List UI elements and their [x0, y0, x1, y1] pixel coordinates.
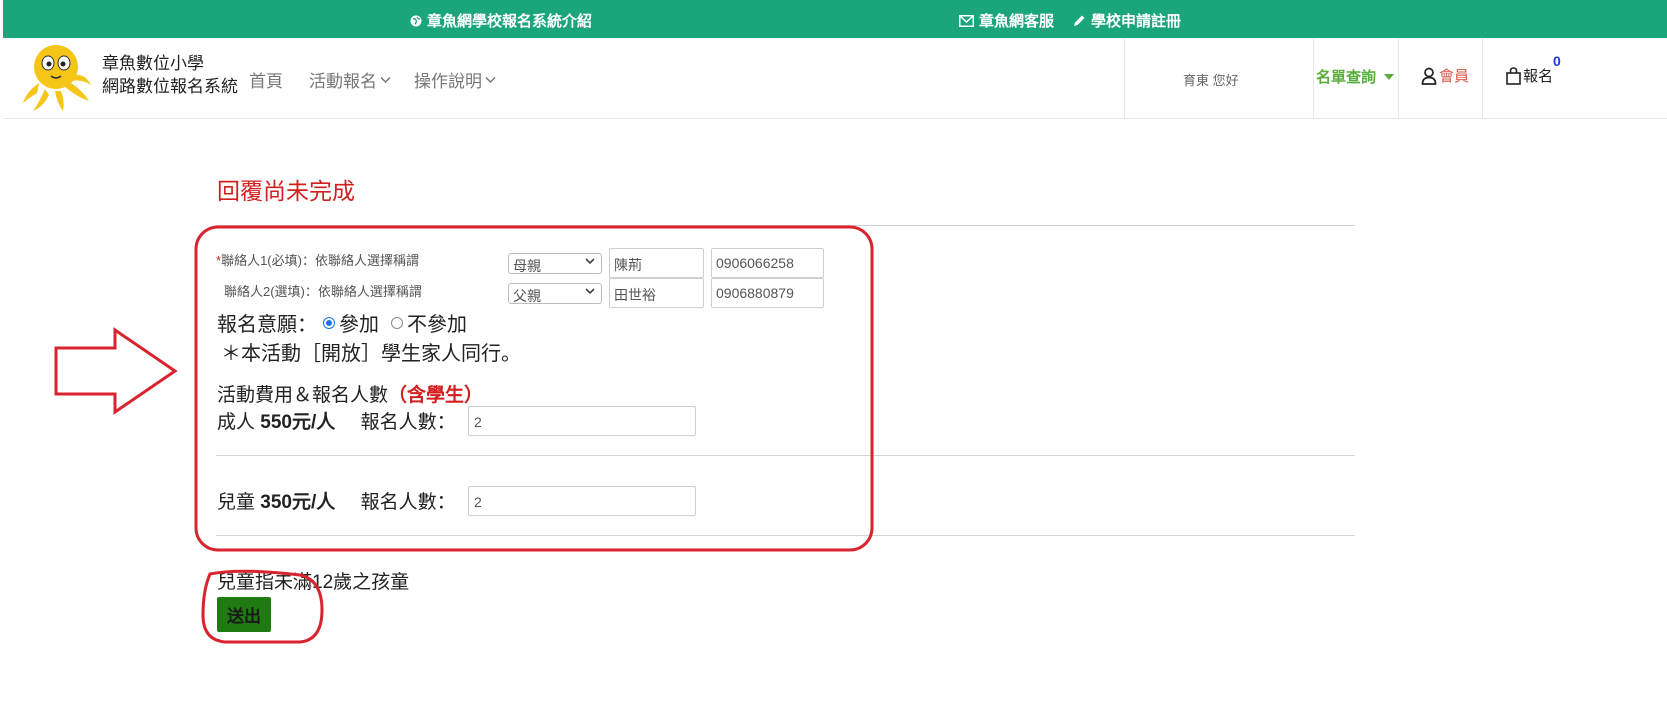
user-icon	[1421, 67, 1437, 85]
contact1-relation-select[interactable]: 母親	[508, 253, 602, 274]
fee-heading: 活動費用＆報名人數（含學生）	[217, 380, 483, 407]
nav-instructions-label: 操作說明	[414, 72, 482, 91]
pencil-icon	[1074, 15, 1085, 26]
header-divider	[1313, 38, 1314, 118]
contact2-relation-select[interactable]: 父親	[508, 283, 602, 304]
customer-service-link[interactable]: 章魚網客服	[959, 10, 1054, 31]
system-intro-link[interactable]: 章魚網學校報名系統介紹	[410, 10, 592, 31]
page-title: 回覆尚未完成	[217, 178, 355, 204]
contact2-name-input[interactable]: 田世裕	[609, 278, 704, 308]
shopping-bag-icon	[1506, 66, 1521, 85]
cart-count-badge: 0	[1553, 53, 1561, 69]
brand-line-2: 網路數位報名系統	[102, 77, 238, 96]
contact2-label: 聯絡人2(選填)：依聯絡人選擇稱謂	[224, 284, 422, 299]
school-register-link[interactable]: 學校申請註冊	[1073, 10, 1181, 31]
contact1-relation-value: 母親	[513, 258, 541, 274]
chevron-down-icon	[485, 76, 496, 83]
member-label: 會員	[1439, 68, 1470, 85]
site-header: 章魚數位小學 網路數位報名系統 首頁 活動報名 操作說明 育東 您好 名單查詢 …	[3, 38, 1667, 119]
radio-not-attend[interactable]	[391, 316, 403, 329]
school-register-label: 學校申請註冊	[1091, 13, 1182, 30]
header-divider	[1482, 38, 1483, 118]
contact1-name-input[interactable]: 陳荊	[609, 248, 704, 278]
contact2-phone-input[interactable]: 0906880879	[711, 278, 824, 308]
nav-activities-label: 活動報名	[309, 72, 377, 91]
divider	[216, 455, 1355, 456]
octopus-logo[interactable]	[19, 43, 93, 113]
child-count-label: 報名人數：	[360, 492, 456, 513]
list-query-dropdown[interactable]: 名單查詢	[1316, 66, 1395, 87]
radio-attend[interactable]	[323, 316, 335, 329]
contact1-phone-input[interactable]: 0906066258	[711, 248, 824, 278]
cart-label: 報名	[1523, 68, 1554, 85]
child-fee-row: 兒童 350元/人 報名人數：	[217, 487, 456, 514]
activity-note: ＊本活動［開放］學生家人同行。	[221, 343, 521, 365]
adult-label: 成人	[217, 412, 256, 433]
globe-icon	[410, 15, 422, 26]
intent-label: 報名意願：	[217, 314, 317, 336]
fee-heading-text: 活動費用＆報名人數	[217, 385, 389, 406]
intent-row: 報名意願： 參加 不參加	[217, 308, 467, 337]
nav-home-label: 首頁	[249, 72, 283, 91]
caret-down-icon	[1384, 73, 1395, 80]
radio-attend-label[interactable]: 參加	[339, 308, 379, 337]
divider	[216, 225, 1355, 226]
child-count-input[interactable]: 2	[468, 486, 696, 516]
nav-instructions[interactable]: 操作說明	[414, 67, 496, 92]
contact1-label: *聯絡人1(必填)：依聯絡人選擇稱謂	[216, 250, 419, 269]
header-divider	[1398, 38, 1399, 118]
envelope-icon	[959, 14, 974, 27]
adult-count-label: 報名人數：	[360, 412, 456, 433]
arrow-annotation	[54, 327, 178, 415]
child-age-note: 兒童指未滿12歲之孩童	[217, 572, 410, 593]
adult-count-input[interactable]: 2	[468, 406, 696, 436]
top-bar: 章魚網學校報名系統介紹 章魚網客服 學校申請註冊	[3, 0, 1667, 38]
contact1-label-text: 聯絡人1(必填)：依聯絡人選擇稱謂	[221, 253, 419, 268]
child-price: 350元/人	[260, 492, 336, 513]
adult-price: 550元/人	[260, 412, 336, 433]
chevron-down-icon	[585, 288, 595, 295]
nav-activities[interactable]: 活動報名	[309, 67, 391, 92]
user-greeting: 育東 您好	[1183, 73, 1239, 88]
nav-home[interactable]: 首頁	[249, 67, 283, 92]
list-query-label: 名單查詢	[1316, 69, 1377, 86]
contact2-relation-value: 父親	[513, 288, 541, 304]
submit-button[interactable]: 送出	[217, 597, 271, 632]
child-label: 兒童	[217, 492, 256, 513]
cart-link[interactable]: 報名	[1506, 65, 1553, 86]
radio-not-attend-label[interactable]: 不參加	[407, 308, 467, 337]
member-link[interactable]: 會員	[1421, 65, 1469, 86]
chevron-down-icon	[380, 76, 391, 83]
system-intro-label: 章魚網學校報名系統介紹	[427, 13, 593, 30]
customer-service-label: 章魚網客服	[979, 13, 1055, 30]
brand-name[interactable]: 章魚數位小學 網路數位報名系統	[102, 52, 238, 98]
header-divider	[1124, 38, 1125, 118]
fee-heading-note: （含學生）	[388, 385, 484, 406]
chevron-down-icon	[585, 258, 595, 265]
divider	[216, 535, 1355, 536]
brand-line-1: 章魚數位小學	[102, 54, 204, 73]
adult-fee-row: 成人 550元/人 報名人數：	[217, 407, 456, 434]
